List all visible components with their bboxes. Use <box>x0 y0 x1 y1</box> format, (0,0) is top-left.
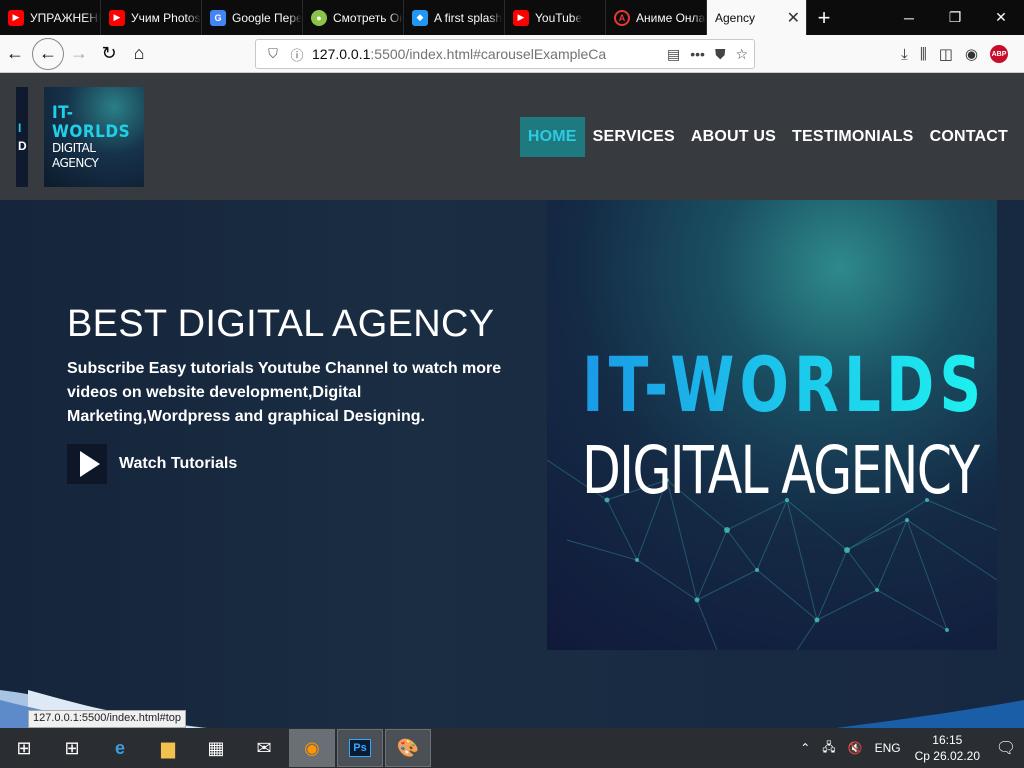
browser-tab-strip: ▶ УПРАЖНЕНИ ▶ Учим Photoshop G Google Перев… <box>0 0 1024 35</box>
hero-image-line2: DIGITAL AGENCY <box>582 432 980 509</box>
windows-taskbar: ⊞ ⊞ e ▆ ▦ ✉ ◉ Ps 🎨 ⌃ 🖧 🔇 ENG 16:15 Ср 26… <box>0 728 1024 768</box>
tab-label: УПРАЖНЕНИ <box>30 10 100 25</box>
tab-label: Google Переводчик <box>232 10 302 25</box>
photoshop-icon[interactable]: Ps <box>337 729 383 767</box>
hero-image-line1: IT-WORLDS <box>582 340 987 429</box>
new-tab-button[interactable]: + <box>807 0 841 35</box>
store-icon[interactable]: ▦ <box>192 728 240 768</box>
play-icon[interactable] <box>67 444 107 484</box>
site-logo[interactable]: IT-WORLDS DIGITAL AGENCY <box>44 87 144 187</box>
minimize-icon[interactable]: ─ <box>886 0 932 35</box>
menu-item-services[interactable]: SERVICES <box>585 117 683 157</box>
browser-tab[interactable]: ▶ УПРАЖНЕНИ <box>0 0 101 35</box>
hero-title: BEST DIGITAL AGENCY <box>67 303 495 345</box>
paint-icon[interactable]: 🎨 <box>385 729 431 767</box>
address-bar[interactable]: ⛉ ⓘ 127.0.0.1:5500/index.html#carouselEx… <box>255 39 755 69</box>
sidebar-icon[interactable]: ◫ <box>939 45 953 63</box>
menu-item-testimonials[interactable]: TESTIMONIALS <box>784 117 922 157</box>
chevron-up-icon[interactable]: ⌃ <box>794 741 816 755</box>
page-actions-icon[interactable]: ••• <box>690 46 705 62</box>
download-icon[interactable]: ⤓ <box>901 46 908 63</box>
browser-tab[interactable]: ▶ Учим Photoshop <box>101 0 202 35</box>
windows-start-icon[interactable]: ⊞ <box>0 728 48 768</box>
menu-item-home[interactable]: HOME <box>519 117 585 157</box>
url-path: :5500/index.html#carouselExampleCa <box>370 46 607 62</box>
watch-tutorials-link[interactable]: Watch Tutorials <box>67 444 237 484</box>
close-window-icon[interactable]: ✕ <box>978 0 1024 35</box>
browser-tab[interactable]: ● Смотреть Онлайн <box>303 0 404 35</box>
info-icon[interactable]: ⓘ <box>288 45 306 64</box>
tab-label: Аниме Онлайн <box>636 10 706 25</box>
logo-line1: IT-WORLDS <box>52 102 131 142</box>
account-icon[interactable]: ◉ <box>965 45 978 63</box>
clock-date: Ср 26.02.20 <box>914 749 980 763</box>
clock-time: 16:15 <box>932 733 963 747</box>
language-indicator[interactable]: ENG <box>869 741 907 755</box>
hero-text: Subscribe Easy tutorials Youtube Channel… <box>67 360 502 425</box>
clock[interactable]: 16:15 Ср 26.02.20 <box>907 732 988 764</box>
hero-section: BEST DIGITAL AGENCY Subscribe Easy tutor… <box>0 200 1024 730</box>
restore-icon[interactable]: ❐ <box>932 0 978 35</box>
menu-item-about-us[interactable]: ABOUT US <box>683 117 784 157</box>
anime-icon: A <box>614 9 630 26</box>
site-icon: ● <box>311 9 327 26</box>
youtube-icon: ▶ <box>8 9 24 26</box>
notification-icon[interactable]: 🗨 <box>988 728 1024 768</box>
tab-label: Agency <box>715 10 756 25</box>
forward-button[interactable]: → <box>64 39 94 69</box>
shield-icon[interactable]: ⛉ <box>264 46 282 62</box>
logo-line2: DIGITAL AGENCY <box>52 141 99 170</box>
adblock-icon[interactable]: ABP <box>990 45 1008 63</box>
url-host: 127.0.0.1 <box>312 46 371 62</box>
main-menu: HOME SERVICES ABOUT US TESTIMONIALS CONT… <box>519 117 1016 157</box>
tab-label: Смотреть Онлайн <box>333 10 403 25</box>
mail-icon[interactable]: ✉ <box>240 728 288 768</box>
close-icon[interactable]: ✕ <box>787 8 800 28</box>
system-tray: ⌃ 🖧 🔇 ENG 16:15 Ср 26.02.20 🗨 <box>794 728 1024 768</box>
tab-label: Учим Photoshop <box>131 10 201 25</box>
site-icon: ◆ <box>412 9 428 26</box>
tab-label: YouTube <box>535 10 583 25</box>
pocket-icon[interactable]: ⛊ <box>715 46 726 63</box>
logo-fragment: I D <box>16 87 28 187</box>
bookmark-star-icon[interactable]: ☆ <box>735 46 748 63</box>
file-explorer-icon[interactable]: ▆ <box>144 728 192 768</box>
library-icon[interactable]: ⫼ <box>920 46 927 63</box>
back-button[interactable]: ← <box>32 37 64 70</box>
site-header: I D IT-WORLDS DIGITAL AGENCY HOME SERVIC… <box>0 73 1024 200</box>
edge-icon[interactable]: e <box>96 728 144 768</box>
browser-toolbar: ← ← → ↻ ⌂ ⛉ ⓘ 127.0.0.1:5500/index.html#… <box>0 35 1024 73</box>
tab-label: A first splash <box>434 10 503 25</box>
youtube-icon: ▶ <box>109 9 125 26</box>
volume-muted-icon[interactable]: 🔇 <box>842 741 869 755</box>
menu-item-contact[interactable]: CONTACT <box>922 117 1016 157</box>
firefox-icon[interactable]: ◉ <box>289 729 335 767</box>
browser-tab[interactable]: A Аниме Онлайн <box>606 0 707 35</box>
status-link-tooltip: 127.0.0.1:5500/index.html#top <box>28 710 187 728</box>
home-button[interactable]: ⌂ <box>124 39 154 69</box>
google-translate-icon: G <box>210 9 226 26</box>
window-controls: ─ ❐ ✕ <box>886 0 1024 35</box>
reload-button[interactable]: ↻ <box>94 39 124 69</box>
browser-tab-active[interactable]: Agency ✕ <box>707 0 807 35</box>
browser-tab[interactable]: G Google Переводчик <box>202 0 303 35</box>
task-view-icon[interactable]: ⊞ <box>48 728 96 768</box>
network-icon[interactable]: 🖧 <box>816 738 841 759</box>
watch-tutorials-label[interactable]: Watch Tutorials <box>119 455 237 473</box>
browser-tab[interactable]: ◆ A first splash <box>404 0 505 35</box>
hero-image: IT-WORLDS DIGITAL AGENCY <box>547 200 997 650</box>
browser-tab[interactable]: ▶ YouTube <box>505 0 606 35</box>
reader-view-icon[interactable]: ▤ <box>667 46 680 63</box>
back-icon[interactable]: ← <box>0 39 30 69</box>
youtube-icon: ▶ <box>513 9 529 26</box>
